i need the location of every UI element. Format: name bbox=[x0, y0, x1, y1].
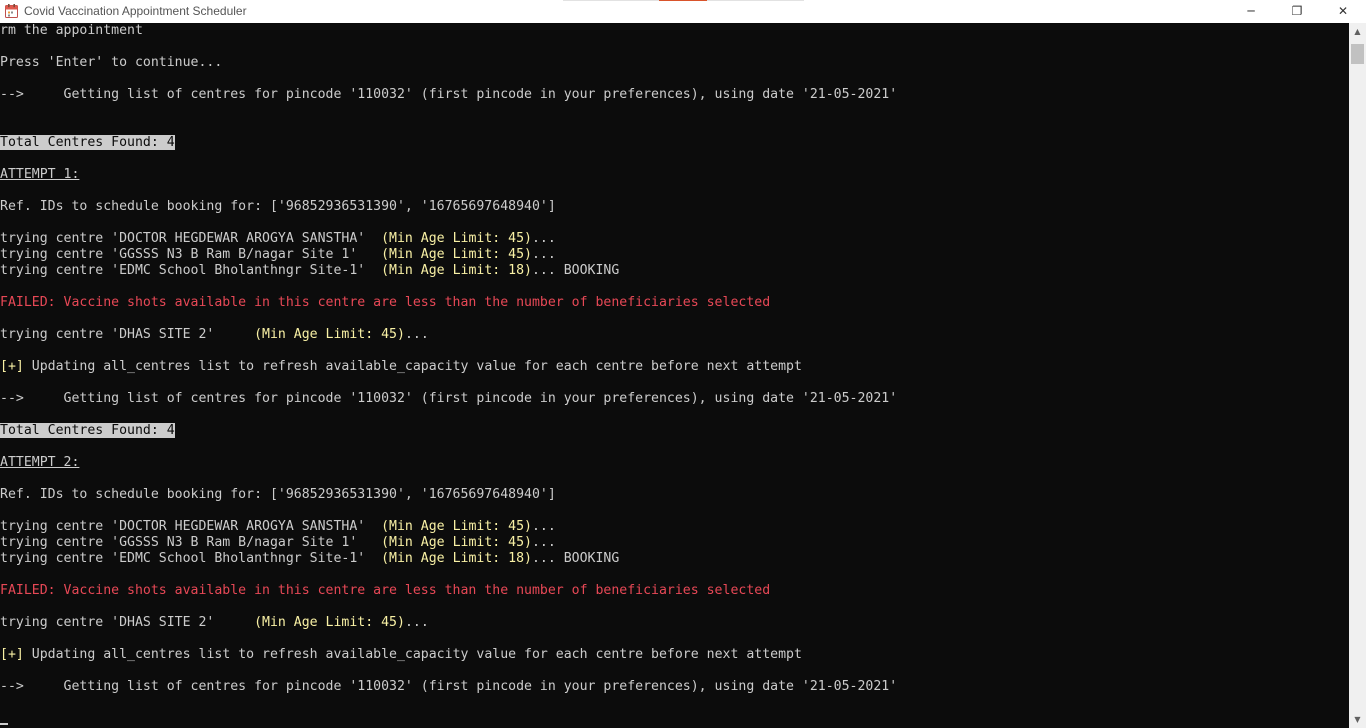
console-line: trying centre 'GGSSS N3 B Ram B/nagar Si… bbox=[0, 535, 556, 551]
console-line: Total Centres Found: 4 bbox=[0, 135, 175, 151]
taskbar-strip-right bbox=[707, 0, 804, 1]
console-text-segment: Total Centres Found: 4 bbox=[0, 423, 175, 438]
console-line: --> Getting list of centres for pincode … bbox=[0, 391, 897, 407]
console-line: trying centre 'DOCTOR HEGDEWAR AROGYA SA… bbox=[0, 519, 556, 535]
scroll-thumb[interactable] bbox=[1351, 44, 1364, 64]
console-text-segment: trying centre 'GGSSS N3 B Ram B/nagar Si… bbox=[0, 535, 382, 550]
title-bar[interactable]: Covid Vaccination Appointment Scheduler … bbox=[0, 0, 1366, 23]
taskbar-strip-left bbox=[563, 0, 659, 1]
console-line: trying centre 'EDMC School Bholanthngr S… bbox=[0, 551, 619, 567]
console-text-segment: ... bbox=[531, 231, 556, 246]
console-text-segment: trying centre 'GGSSS N3 B Ram B/nagar Si… bbox=[0, 247, 382, 262]
console-text-segment: --> Getting list of centres for pincode … bbox=[0, 679, 898, 694]
console-text-segment: trying centre 'EDMC School Bholanthngr S… bbox=[0, 551, 382, 566]
console-text-segment: trying centre 'DHAS SITE 2' bbox=[0, 615, 255, 630]
console-text-segment: [+] bbox=[0, 647, 24, 662]
restore-button[interactable]: ❐ bbox=[1274, 0, 1320, 23]
console-text-segment: [+] bbox=[0, 359, 24, 374]
console-line: FAILED: Vaccine shots available in this … bbox=[0, 583, 770, 599]
console-text-segment: trying centre 'EDMC School Bholanthngr S… bbox=[0, 263, 382, 278]
console-text-segment: Total Centres Found: 4 bbox=[0, 135, 175, 150]
console-text-segment: trying centre 'DOCTOR HEGDEWAR AROGYA SA… bbox=[0, 231, 382, 246]
text-cursor bbox=[0, 723, 8, 725]
scroll-down-button[interactable]: ▼ bbox=[1349, 711, 1366, 728]
console-text-segment: trying centre 'DOCTOR HEGDEWAR AROGYA SA… bbox=[0, 519, 382, 534]
console-line: trying centre 'DHAS SITE 2' (Min Age Lim… bbox=[0, 327, 429, 343]
console-text-segment: (Min Age Limit: 45) bbox=[381, 535, 532, 550]
window-title: Covid Vaccination Appointment Scheduler bbox=[24, 4, 247, 18]
console-text-segment: --> Getting list of centres for pincode … bbox=[0, 391, 898, 406]
console-text-segment: (Min Age Limit: 18) bbox=[381, 551, 532, 566]
console-output[interactable]: rm the appointment Press 'Enter' to conti… bbox=[0, 23, 1349, 728]
console-line: --> Getting list of centres for pincode … bbox=[0, 87, 897, 103]
console-text-segment: ... BOOKING bbox=[531, 263, 620, 278]
console-line: [+] Updating all_centres list to refresh… bbox=[0, 359, 802, 375]
console-text-segment: Press 'Enter' to continue... bbox=[0, 55, 223, 70]
console-text-segment: Updating all_centres list to refresh ava… bbox=[23, 647, 802, 662]
restore-icon: ❐ bbox=[1291, 4, 1303, 18]
vertical-scrollbar[interactable]: ▲ ▼ bbox=[1349, 23, 1366, 728]
console-line: trying centre 'DHAS SITE 2' (Min Age Lim… bbox=[0, 615, 429, 631]
console-text-segment: (Min Age Limit: 45) bbox=[381, 519, 532, 534]
console-text-segment: FAILED: Vaccine shots available in this … bbox=[0, 583, 771, 598]
console-line: [+] Updating all_centres list to refresh… bbox=[0, 647, 802, 663]
console-text-segment: trying centre 'DHAS SITE 2' bbox=[0, 327, 255, 342]
console-text-segment: ... bbox=[531, 247, 556, 262]
console-text-segment: (Min Age Limit: 45) bbox=[381, 247, 532, 262]
close-icon: ✕ bbox=[1337, 4, 1349, 18]
console-line: --> Getting list of centres for pincode … bbox=[0, 679, 897, 695]
chevron-up-icon: ▲ bbox=[1354, 27, 1361, 36]
calendar-icon bbox=[5, 4, 18, 18]
chevron-down-icon: ▼ bbox=[1354, 715, 1361, 724]
console-text-segment: ... bbox=[531, 519, 556, 534]
console-line: trying centre 'DOCTOR HEGDEWAR AROGYA SA… bbox=[0, 231, 556, 247]
minimize-button[interactable]: ─ bbox=[1228, 0, 1274, 23]
console-text-segment: ATTEMPT 2: bbox=[0, 455, 80, 470]
console-line: Total Centres Found: 4 bbox=[0, 423, 175, 439]
console-text-segment: FAILED: Vaccine shots available in this … bbox=[0, 295, 771, 310]
console-text-segment: (Min Age Limit: 45) bbox=[254, 327, 405, 342]
console-text-segment: Updating all_centres list to refresh ava… bbox=[23, 359, 802, 374]
scroll-up-button[interactable]: ▲ bbox=[1349, 23, 1366, 40]
console-line: FAILED: Vaccine shots available in this … bbox=[0, 295, 770, 311]
console-line: trying centre 'EDMC School Bholanthngr S… bbox=[0, 263, 619, 279]
console-line: rm the appointment bbox=[0, 23, 143, 39]
console-line: trying centre 'GGSSS N3 B Ram B/nagar Si… bbox=[0, 247, 556, 263]
console-line: Press 'Enter' to continue... bbox=[0, 55, 222, 71]
console-text-segment: --> Getting list of centres for pincode … bbox=[0, 87, 898, 102]
console-text-segment: (Min Age Limit: 18) bbox=[381, 263, 532, 278]
console-text-segment: ... bbox=[404, 615, 429, 630]
console-text-segment: ATTEMPT 1: bbox=[0, 167, 80, 182]
taskbar-strip-accent bbox=[659, 0, 707, 1]
minimize-icon: ─ bbox=[1247, 4, 1255, 18]
close-button[interactable]: ✕ bbox=[1320, 0, 1366, 23]
console-text-segment: Ref. IDs to schedule booking for: ['9685… bbox=[0, 199, 556, 214]
console-text-segment: Ref. IDs to schedule booking for: ['9685… bbox=[0, 487, 556, 502]
console-text-segment: (Min Age Limit: 45) bbox=[381, 231, 532, 246]
console-text-segment: ... bbox=[404, 327, 429, 342]
console-line: ATTEMPT 2: bbox=[0, 455, 79, 471]
console-window: Covid Vaccination Appointment Scheduler … bbox=[0, 0, 1366, 728]
console-line: Ref. IDs to schedule booking for: ['9685… bbox=[0, 199, 556, 215]
console-text-segment: rm the appointment bbox=[0, 23, 143, 38]
console-line: Ref. IDs to schedule booking for: ['9685… bbox=[0, 487, 556, 503]
console-line: ATTEMPT 1: bbox=[0, 167, 79, 183]
console-text-segment: ... BOOKING bbox=[531, 551, 620, 566]
console-text-segment: (Min Age Limit: 45) bbox=[254, 615, 405, 630]
console-text-segment: ... bbox=[531, 535, 556, 550]
